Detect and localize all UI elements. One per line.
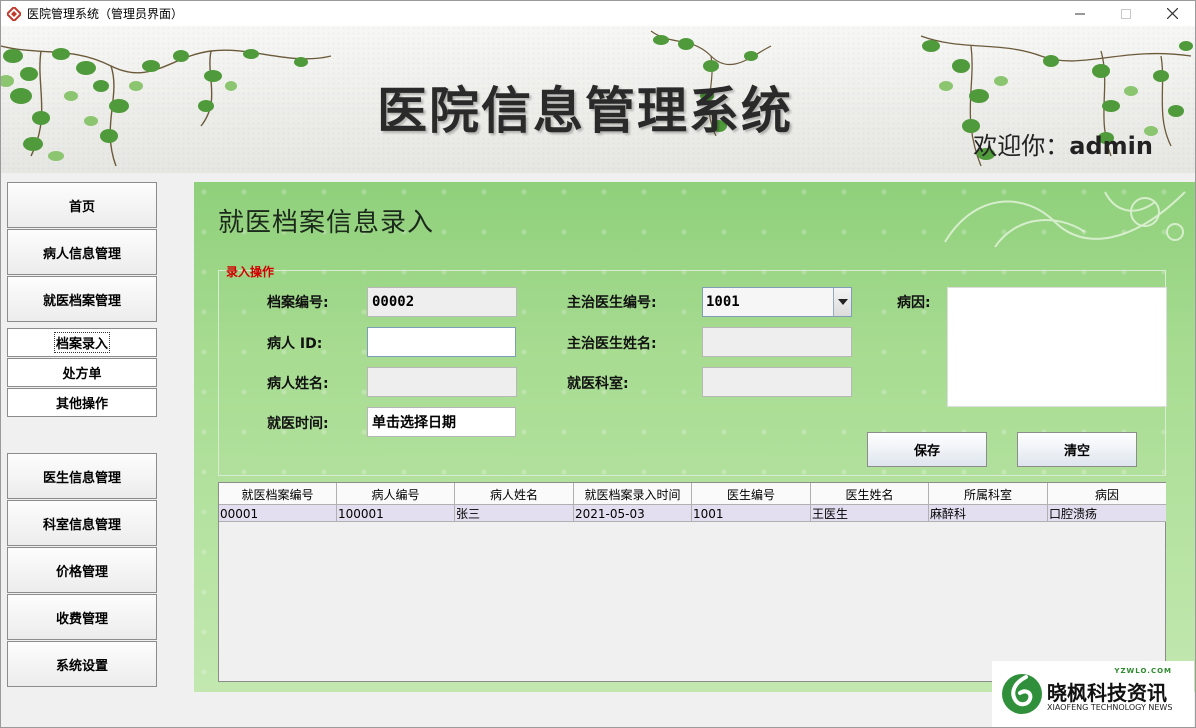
sidebar-item-billing-mgmt[interactable]: 收费管理 — [7, 594, 157, 640]
doctor-id-selected: 1001 — [706, 294, 740, 310]
visit-time-label: 就医时间: — [267, 416, 329, 432]
table-cell: 麻醉科 — [929, 505, 1048, 522]
minimize-button[interactable] — [1057, 1, 1103, 26]
table-cell: 100001 — [337, 505, 455, 522]
doctor-name-label: 主治医生姓名: — [567, 336, 657, 352]
table-cell: 口腔溃疡 — [1049, 507, 1098, 521]
department-label: 就医科室: — [567, 376, 629, 392]
chevron-down-icon[interactable] — [833, 288, 851, 316]
department-field — [702, 367, 852, 397]
doctor-id-select[interactable]: 1001 — [702, 287, 852, 317]
sidebar-subitem-record-entry[interactable]: 档案录入 — [7, 328, 157, 357]
patient-id-input[interactable] — [367, 327, 516, 357]
clear-button[interactable]: 清空 — [1017, 432, 1137, 467]
sidebar-item-price-mgmt[interactable]: 价格管理 — [7, 547, 157, 593]
system-title: 医院信息管理系统 — [377, 81, 793, 140]
group-title: 录入操作 — [226, 265, 275, 279]
column-header[interactable]: 就医档案录入时间 — [574, 483, 692, 505]
sidebar-item-medical-records[interactable]: 就医档案管理 — [7, 276, 157, 322]
welcome-prefix: 欢迎你： — [973, 132, 1070, 160]
page-title: 就医档案信息录入 — [218, 208, 435, 238]
table-cell: 1001 — [692, 505, 811, 522]
sidebar-item-patient-info[interactable]: 病人信息管理 — [7, 229, 157, 275]
table-cell: 2021-05-03 — [574, 505, 692, 522]
patient-id-label: 病人 ID: — [267, 336, 323, 352]
app-diamond-icon — [7, 6, 21, 21]
maximize-button[interactable] — [1103, 1, 1149, 26]
column-header[interactable]: 所属科室 — [929, 483, 1048, 505]
window-title: 医院管理系统（管理员界面） — [27, 7, 184, 21]
watermark: YZWLO.COM 晓枫科技资讯 XIAOFENG TECHNOLOGY NEW… — [992, 661, 1194, 727]
sidebar-item-doctor-info[interactable]: 医生信息管理 — [7, 453, 157, 499]
doctor-id-label: 主治医生编号: — [567, 295, 657, 311]
close-icon — [1166, 8, 1178, 19]
sidebar-item-department-info[interactable]: 科室信息管理 — [7, 500, 157, 546]
title-bar[interactable]: 医院管理系统（管理员界面） — [1, 1, 1195, 26]
sidebar-subitem-label: 档案录入 — [53, 332, 110, 353]
record-no-label: 档案编号: — [267, 295, 329, 311]
visit-date-picker[interactable]: 单击选择日期 — [367, 407, 516, 437]
sidebar-subitem-prescription[interactable]: 处方单 — [7, 358, 157, 387]
table-cell: 张三 — [455, 505, 574, 522]
table-cell: 王医生 — [811, 505, 929, 522]
ornament-decoration-icon — [944, 191, 1186, 248]
application-window: 医院管理系统（管理员界面） 医院信息管理系统 欢迎你：admin 首页 病人信息… — [0, 0, 1196, 728]
watermark-name-en: XIAOFENG TECHNOLOGY NEWS — [1047, 703, 1173, 712]
cause-label: 病因: — [897, 295, 931, 311]
vine-decoration-left-icon — [1, 45, 332, 167]
username: admin — [1069, 132, 1153, 160]
sidebar-item-system-settings[interactable]: 系统设置 — [7, 641, 157, 687]
patient-name-label: 病人姓名: — [267, 376, 329, 392]
watermark-url: YZWLO.COM — [1114, 667, 1172, 675]
patient-name-field — [367, 367, 517, 397]
sidebar-subitem-other-ops[interactable]: 其他操作 — [7, 388, 157, 417]
doctor-name-field — [702, 327, 852, 357]
column-header[interactable]: 病人编号 — [337, 483, 455, 505]
header-banner: 医院信息管理系统 欢迎你：admin — [1, 26, 1195, 173]
watermark-name-cn: 晓枫科技资讯 — [1047, 681, 1167, 705]
column-header[interactable]: 病因 — [1048, 483, 1166, 505]
main-panel: 就医档案信息录入 录入操作 档案编号: 00002 病人 ID: 病人姓名: 就… — [194, 182, 1195, 692]
column-header[interactable]: 就医档案编号 — [219, 483, 337, 505]
welcome-message: 欢迎你：admin — [973, 126, 1153, 161]
close-button[interactable] — [1149, 1, 1195, 26]
records-table[interactable]: 就医档案编号 病人编号 病人姓名 就医档案录入时间 医生编号 医生姓名 所属科室… — [218, 482, 1166, 682]
maximize-icon — [1121, 8, 1131, 19]
table-header: 就医档案编号 病人编号 病人姓名 就医档案录入时间 医生编号 医生姓名 所属科室… — [219, 483, 1166, 505]
save-button[interactable]: 保存 — [867, 432, 987, 467]
column-header[interactable]: 病人姓名 — [455, 483, 574, 505]
xiaofeng-logo-icon — [1002, 674, 1042, 714]
table-row[interactable]: 00001 100001 张三 2021-05-03 1001 王医生 麻醉科 … — [219, 505, 1166, 522]
cause-textarea[interactable] — [947, 287, 1167, 407]
column-header[interactable]: 医生姓名 — [811, 483, 929, 505]
table-cell: 00001 — [219, 505, 337, 522]
minimize-icon — [1075, 13, 1085, 14]
record-no-field: 00002 — [367, 287, 517, 317]
column-header[interactable]: 医生编号 — [692, 483, 811, 505]
sidebar-item-home[interactable]: 首页 — [7, 182, 157, 228]
